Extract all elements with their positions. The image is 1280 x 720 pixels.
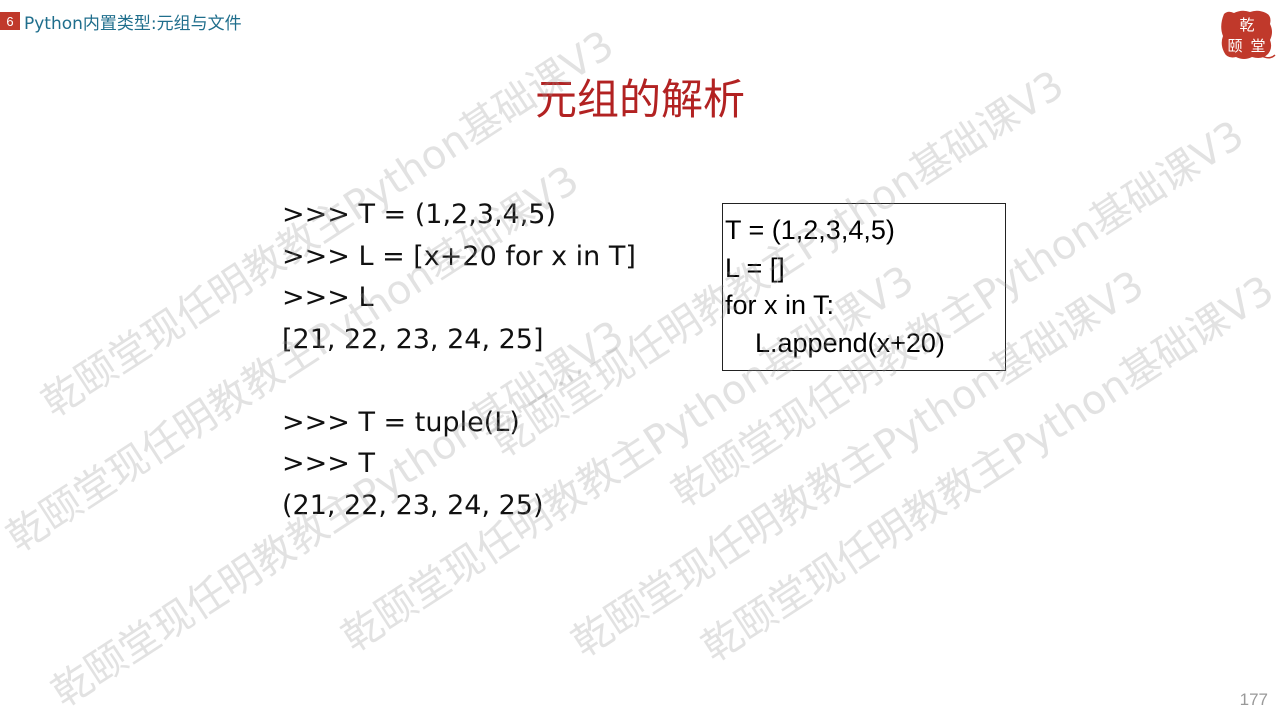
section-title: Python内置类型:元组与文件 [24,13,242,34]
code-gap [282,360,636,402]
logo-char-2: 颐 [1227,37,1242,55]
code-line: >>> L = [x+20 for x in T] [282,240,636,272]
code-line: L.append(x+20) [725,327,945,358]
code-line: >>> T = (1,2,3,4,5) [282,199,557,230]
page-number: 177 [1239,690,1268,709]
code-line: [21, 22, 23, 24, 25] [282,323,544,355]
equivalent-loop-code-box: T = (1,2,3,4,5) L = [] for x in T: L.app… [722,203,1006,371]
qianyitang-seal-logo: 乾 颐 堂 [1221,10,1276,59]
code-line: T = (1,2,3,4,5) [725,215,895,245]
slide-title: 元组的解析 [534,75,745,124]
interactive-code-example: >>> T = (1,2,3,4,5) >>> L = [x+20 for x … [282,194,636,526]
logo-char-1: 乾 [1239,16,1254,34]
code-line: >>> T [282,448,375,479]
slide-header: 6 Python内置类型:元组与文件 [0,10,242,34]
code-line: L = [] [725,252,785,283]
code-line: >>> L [282,282,374,313]
chapter-badge: 6 [0,12,20,30]
code-line: for x in T: [725,290,835,320]
code-line: >>> T = tuple(L) [282,406,520,438]
code-line: (21, 22, 23, 24, 25) [282,489,544,521]
logo-char-3: 堂 [1250,37,1265,55]
